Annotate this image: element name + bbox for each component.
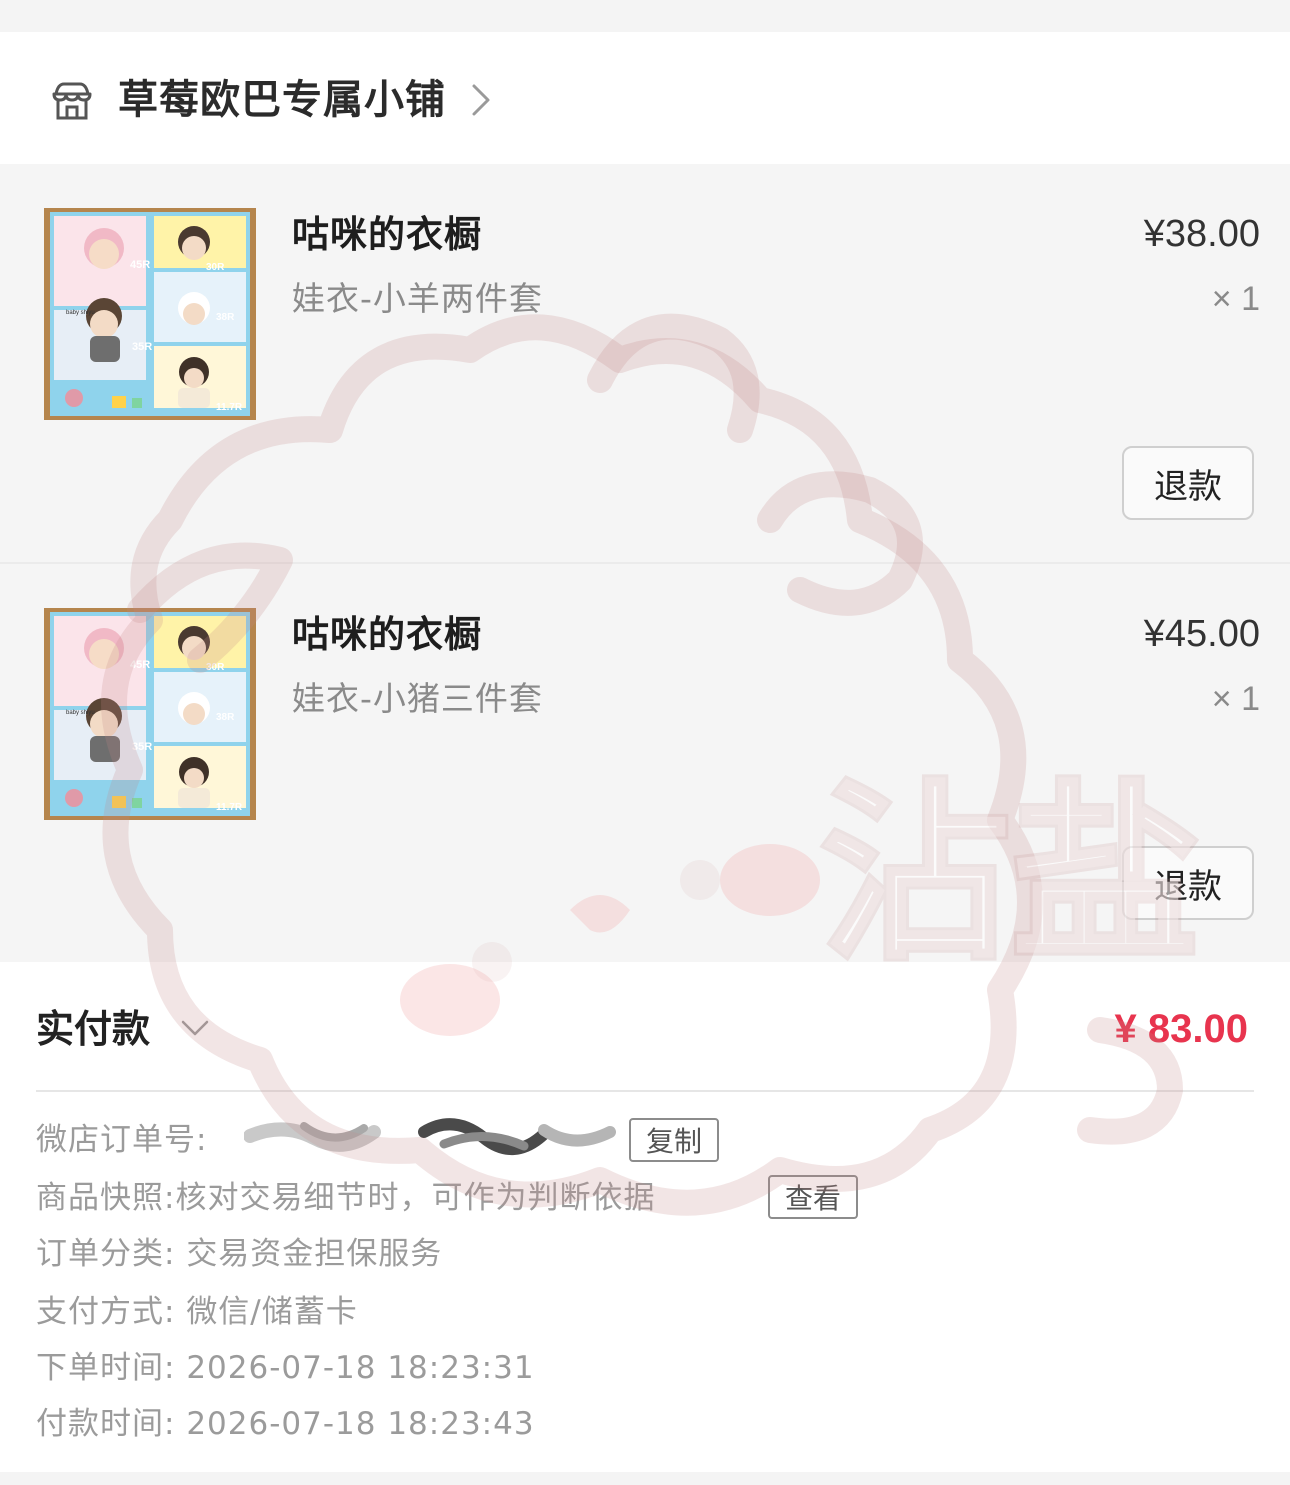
order-number-row: 微店订单号: (36, 1118, 207, 1162)
refund-button[interactable]: 退款 (1122, 446, 1254, 520)
item-spec: 娃衣-小羊两件套 (292, 279, 543, 318)
order-number-label: 微店订单号: (36, 1122, 208, 1158)
view-snapshot-button[interactable]: 查看 (768, 1175, 858, 1219)
payment-summary: 实付款 ¥ 83.00 微店订单号: 商品快照:核对交易细节时，可作为判断依据 … (0, 962, 1290, 1472)
top-spacer (0, 0, 1290, 32)
thumbnail-tag: 38R (216, 712, 235, 723)
thumbnail-tag: 35R (132, 741, 152, 753)
paid-amount-value: ¥ 83.00 (1114, 1007, 1248, 1051)
shop-header[interactable]: 草莓欧巴专属小铺 (0, 32, 1290, 164)
redacted-order-number (244, 1118, 616, 1156)
thumbnail-tag: 38R (216, 312, 235, 323)
snapshot-label: 商品快照: (36, 1180, 176, 1216)
item-spec: 娃衣-小猪三件套 (292, 679, 543, 718)
bottom-spacer (0, 1472, 1290, 1485)
order-category-value: 交易资金担保服务 (186, 1236, 443, 1272)
chevron-right-icon[interactable] (468, 80, 494, 120)
thumbnail-tag: 45R (130, 259, 150, 271)
thumbnail-tag: 11.7R (216, 402, 243, 413)
order-category-label: 订单分类: (36, 1236, 176, 1272)
store-icon (52, 82, 92, 120)
payment-method-label: 支付方式: (36, 1294, 176, 1330)
copy-button[interactable]: 复制 (629, 1118, 719, 1162)
payment-time-label: 付款时间: (36, 1406, 176, 1442)
payment-method-row: 支付方式: 微信/储蓄卡 (36, 1290, 358, 1334)
item-price: ¥45.00 (1143, 613, 1260, 655)
item-title[interactable]: 咕咪的衣橱 (292, 610, 482, 660)
order-time-value: 2026-07-18 18:23:31 (186, 1350, 535, 1386)
payment-time-row: 付款时间: 2026-07-18 18:23:43 (36, 1402, 535, 1446)
chevron-down-icon[interactable] (180, 1018, 210, 1040)
item-quantity: × 1 (1211, 280, 1260, 318)
summary-divider (36, 1090, 1254, 1092)
product-thumbnail[interactable]: 45R 30R 38R 35R 11.7R baby shiyu (44, 608, 256, 820)
order-time-row: 下单时间: 2026-07-18 18:23:31 (36, 1346, 535, 1390)
shop-name[interactable]: 草莓欧巴专属小铺 (118, 72, 446, 128)
thumbnail-tag: baby shiyu (66, 310, 95, 316)
item-price: ¥38.00 (1143, 213, 1260, 255)
order-item[interactable]: 45R 30R 38R 35R 11.7R baby shiyu 咕咪的衣橱 娃… (0, 164, 1290, 562)
order-category-row: 订单分类: 交易资金担保服务 (36, 1232, 442, 1276)
payment-method-value: 微信/储蓄卡 (186, 1294, 358, 1330)
paid-amount-label[interactable]: 实付款 (36, 1002, 150, 1056)
thumbnail-tag: 45R (130, 659, 150, 671)
order-time-label: 下单时间: (36, 1350, 176, 1386)
thumbnail-tag: 35R (132, 341, 152, 353)
thumbnail-tag: 11.7R (216, 802, 243, 813)
item-title[interactable]: 咕咪的衣橱 (292, 210, 482, 260)
refund-button[interactable]: 退款 (1122, 846, 1254, 920)
order-detail-page: 草莓欧巴专属小铺 45R 30R 38R 35R 11.7R baby shiy… (0, 0, 1290, 1485)
payment-time-value: 2026-07-18 18:23:43 (186, 1406, 535, 1442)
snapshot-text: 核对交易细节时，可作为判断依据 (175, 1180, 656, 1216)
thumbnail-tag: 30R (206, 662, 225, 673)
thumbnail-tag: 30R (206, 262, 225, 273)
item-quantity: × 1 (1211, 680, 1260, 718)
snapshot-row: 商品快照:核对交易细节时，可作为判断依据 (36, 1176, 655, 1220)
product-thumbnail[interactable]: 45R 30R 38R 35R 11.7R baby shiyu (44, 208, 256, 420)
order-item[interactable]: 45R 30R 38R 35R 11.7R baby shiyu 咕咪的衣橱 娃… (0, 564, 1290, 962)
thumbnail-tag: baby shiyu (66, 710, 95, 716)
